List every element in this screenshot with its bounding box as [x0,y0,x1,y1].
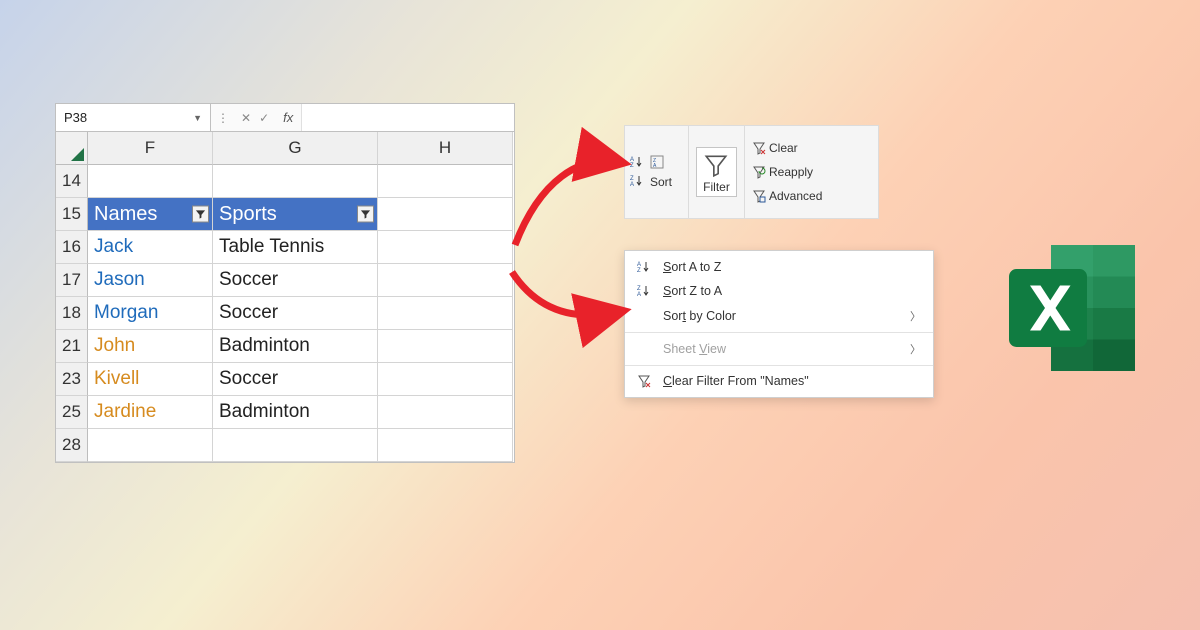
cell[interactable] [213,165,378,198]
filter-dropdown-button[interactable] [357,206,374,223]
cell[interactable]: Table Tennis [213,231,378,264]
menu-sort-by-color[interactable]: Sort by Color 〉 [625,303,933,329]
row-header[interactable]: 17 [56,264,88,297]
menu-label: Sort A to Z [663,260,721,274]
cell[interactable]: Soccer [213,297,378,330]
cell[interactable] [378,198,513,231]
advanced-filter-icon [752,189,766,203]
filter-label: Filter [703,180,730,194]
funnel-icon [703,152,729,178]
menu-separator [625,365,933,366]
cell-reference: P38 [64,110,87,125]
cancel-icon[interactable]: ✕ [241,111,251,125]
arrow-annotation [500,260,640,355]
sort-custom-icon[interactable]: ZA [650,155,664,169]
excel-logo-icon [1000,233,1150,388]
filter-dropdown-button[interactable] [192,206,209,223]
cell[interactable]: Badminton [213,396,378,429]
clear-button[interactable]: Clear [750,139,873,157]
cell[interactable]: Soccer [213,363,378,396]
advanced-button[interactable]: Advanced [750,187,873,205]
cell[interactable]: Jardine [88,396,213,429]
cell[interactable] [378,297,513,330]
menu-sort-az[interactable]: AZ Sort A to Z [625,255,933,279]
fx-label[interactable]: fx [275,110,301,125]
cell[interactable] [378,396,513,429]
ribbon-sort-filter-group: AZ ZA ZA Sort Filter Clear Reapply Advan… [624,125,879,219]
sort-label[interactable]: Sort [650,172,672,189]
arrow-annotation [500,140,640,265]
row-header[interactable]: 14 [56,165,88,198]
row-header[interactable]: 23 [56,363,88,396]
menu-label: Sort Z to A [663,284,722,298]
reapply-button[interactable]: Reapply [750,163,873,181]
col-header-H[interactable]: H [378,132,513,165]
reapply-icon [752,165,766,179]
spreadsheet-window: P38 ▼ ⋮ ✕ ✓ fx F G H 14 15 Names Sports [55,103,515,463]
submenu-arrow-icon: 〉 [910,341,921,357]
col-header-G[interactable]: G [213,132,378,165]
cell[interactable] [378,363,513,396]
cell[interactable] [378,264,513,297]
menu-label: Clear Filter From "Names" [663,374,809,388]
cell[interactable]: Jason [88,264,213,297]
menu-sort-za[interactable]: ZA Sort Z to A [625,279,933,303]
cell[interactable] [88,429,213,462]
clear-filter-icon [635,374,653,388]
submenu-arrow-icon: 〉 [910,308,921,324]
formula-input[interactable] [301,104,514,131]
separator-icon: ⋮ [211,111,235,125]
cell[interactable]: Soccer [213,264,378,297]
select-all-corner[interactable] [56,132,88,165]
cell[interactable]: Jack [88,231,213,264]
row-header[interactable]: 28 [56,429,88,462]
row-header[interactable]: 15 [56,198,88,231]
cell[interactable] [88,165,213,198]
cell[interactable] [213,429,378,462]
menu-label: Sort by Color [663,309,736,323]
accept-icon[interactable]: ✓ [259,111,269,125]
formula-buttons: ✕ ✓ [235,111,275,125]
header-label: Names [94,203,157,226]
filter-button[interactable]: Filter [696,147,737,197]
cell[interactable]: Kivell [88,363,213,396]
filter-context-menu: AZ Sort A to Z ZA Sort Z to A Sort by Co… [624,250,934,398]
clear-filter-icon [752,141,766,155]
cell[interactable] [378,231,513,264]
dropdown-icon[interactable]: ▼ [193,113,202,123]
row-header[interactable]: 16 [56,231,88,264]
col-header-F[interactable]: F [88,132,213,165]
cell[interactable]: Badminton [213,330,378,363]
row-header[interactable]: 18 [56,297,88,330]
header-label: Sports [219,203,277,226]
menu-label: Sheet View [663,342,726,356]
cell[interactable]: John [88,330,213,363]
table-header-sports[interactable]: Sports [213,198,378,231]
menu-separator [625,332,933,333]
formula-bar: P38 ▼ ⋮ ✕ ✓ fx [56,104,514,132]
cell[interactable] [378,165,513,198]
name-box[interactable]: P38 ▼ [56,104,211,131]
cell[interactable] [378,429,513,462]
cell[interactable] [378,330,513,363]
menu-sheet-view: Sheet View 〉 [625,336,933,362]
grid: F G H 14 15 Names Sports 16 Jack Table T… [56,132,514,462]
cell[interactable]: Morgan [88,297,213,330]
row-header[interactable]: 21 [56,330,88,363]
row-header[interactable]: 25 [56,396,88,429]
table-header-names[interactable]: Names [88,198,213,231]
menu-clear-filter[interactable]: Clear Filter From "Names" [625,369,933,393]
